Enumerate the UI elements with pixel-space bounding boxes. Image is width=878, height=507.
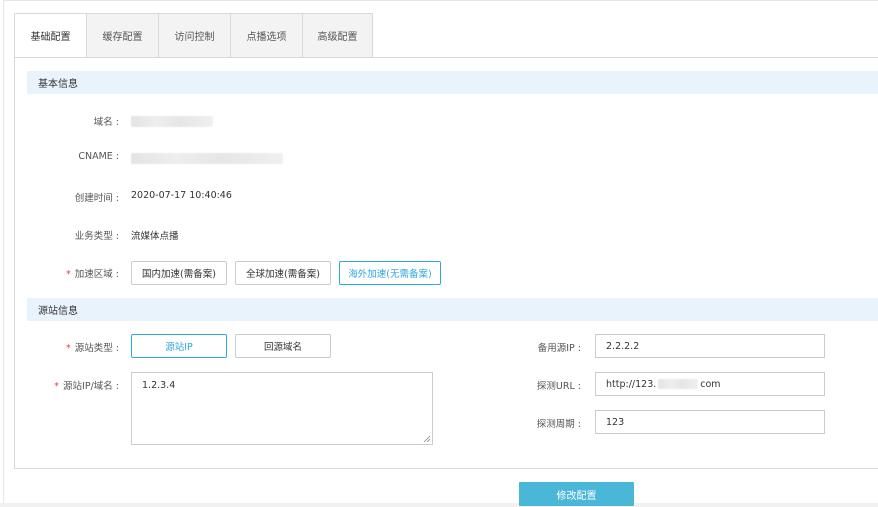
probe-url-suffix: com: [700, 378, 721, 390]
required-mark: *: [66, 343, 71, 354]
section-header-basic-info: 基本信息: [27, 71, 878, 94]
required-mark: *: [66, 269, 71, 280]
tab-cache-config[interactable]: 缓存配置: [86, 13, 159, 58]
probe-url-prefix: http://123.: [606, 378, 657, 390]
origin-address-label-text: 源站IP/域名 :: [63, 381, 119, 392]
cname-value-redacted: [131, 153, 283, 164]
origin-type-ip-button[interactable]: 源站IP: [131, 334, 227, 358]
region-option-domestic[interactable]: 国内加速(需备案): [131, 261, 227, 285]
domain-label: 域名 :: [93, 117, 119, 128]
origin-address-value: 1.2.3.4: [142, 380, 176, 391]
modify-config-button[interactable]: 修改配置: [519, 482, 634, 506]
required-mark: *: [54, 381, 60, 392]
resize-handle-icon[interactable]: [423, 435, 430, 442]
region-option-global[interactable]: 全球加速(需备案): [235, 261, 331, 285]
origin-type-domain-button[interactable]: 回源域名: [235, 334, 331, 358]
backup-origin-label: 备用源IP :: [537, 343, 581, 354]
cname-label: CNAME :: [78, 151, 119, 162]
origin-address-textarea[interactable]: 1.2.3.4: [131, 372, 433, 445]
region-label-text: 加速区域 :: [74, 269, 119, 280]
tab-basic-config[interactable]: 基础配置: [14, 13, 87, 58]
created-time-label: 创建时间 :: [74, 193, 119, 204]
probe-period-input[interactable]: 123: [595, 410, 825, 434]
origin-type-label-text: 源站类型 :: [74, 343, 119, 354]
probe-url-input[interactable]: http://123. com: [595, 372, 825, 396]
tab-access-control[interactable]: 访问控制: [158, 13, 231, 58]
probe-url-label: 探测URL :: [536, 381, 581, 392]
bottom-strip: [0, 503, 878, 507]
backup-origin-input[interactable]: 2.2.2.2: [595, 334, 825, 358]
probe-period-label: 探测周期 :: [536, 419, 581, 430]
region-option-overseas[interactable]: 海外加速(无需备案): [339, 261, 441, 285]
config-panel: 基本信息 域名 : CNAME : 创建时间 : 2020-07-17 10:4…: [14, 57, 878, 469]
created-time-value: 2020-07-17 10:40:46: [131, 190, 232, 201]
probe-url-redacted: [658, 379, 699, 389]
section-header-origin-info: 源站信息: [27, 298, 878, 321]
origin-address-label: * 源站IP/域名 :: [25, 378, 119, 392]
business-type-label: 业务类型 :: [74, 231, 119, 242]
origin-type-label: * 源站类型 :: [35, 340, 119, 354]
tab-advanced-config[interactable]: 高级配置: [302, 13, 373, 58]
region-label: * 加速区域 :: [35, 266, 119, 280]
business-type-value: 流媒体点播: [131, 231, 179, 242]
tab-vod-options[interactable]: 点播选项: [230, 13, 303, 58]
domain-value-redacted: [131, 116, 213, 127]
